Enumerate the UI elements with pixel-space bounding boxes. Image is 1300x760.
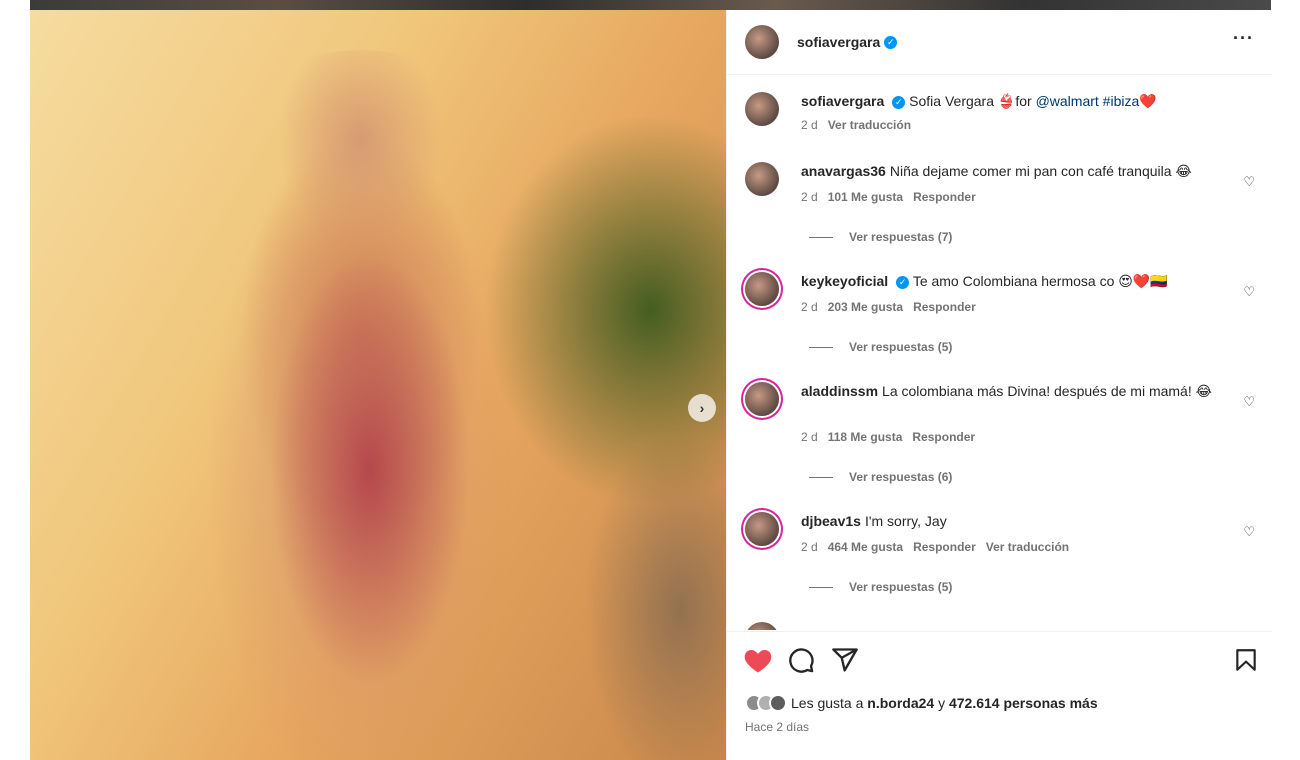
comment-meta: 2 d 118 Me gusta Responder <box>801 430 985 444</box>
comment-username[interactable]: aladdinssm <box>801 383 878 399</box>
comment-text: djbeav1s I'm sorry, Jay <box>801 512 1221 530</box>
comment-body: I'm sorry, Jay <box>864 513 947 529</box>
view-replies-label: Ver respuestas (6) <box>849 470 953 484</box>
comment-time[interactable]: 2 d <box>801 190 818 204</box>
comment-username[interactable]: keykeyoficial <box>801 273 888 289</box>
likes-text: Les gusta a n.borda24 y 472.614 personas… <box>791 695 1098 711</box>
comment-body: La colombiana más Divina! después de mi … <box>882 383 1212 399</box>
likes-prefix: Les gusta a <box>791 695 868 711</box>
liker-username[interactable]: n.borda24 <box>867 695 934 711</box>
feed-strip <box>30 0 1271 10</box>
reply-button[interactable]: Responder <box>913 190 976 204</box>
likes-middle: y <box>934 695 949 711</box>
share-icon[interactable] <box>831 646 859 677</box>
comment-avatar[interactable] <box>745 382 779 416</box>
view-replies-label: Ver respuestas (7) <box>849 230 953 244</box>
view-replies-button[interactable]: Ver respuestas (7) <box>809 230 952 244</box>
comment-time[interactable]: 2 d <box>801 300 818 314</box>
comment-likes[interactable]: 101 Me gusta <box>828 190 903 204</box>
caption-translate[interactable]: Ver traducción <box>828 118 911 132</box>
comment-text: anavargas36 Niña dejame comer mi pan con … <box>801 162 1221 180</box>
divider-line <box>809 346 833 348</box>
divider-line <box>809 476 833 478</box>
comment-meta: 2 d 101 Me gusta Responder <box>801 190 986 204</box>
view-replies-label: Ver respuestas (5) <box>849 580 953 594</box>
heart-icon[interactable] <box>743 646 773 677</box>
more-icon[interactable]: ··· <box>1233 28 1254 49</box>
comment-body: Te amo Colombiana hermosa co 😍❤️🇨🇴 <box>912 273 1168 289</box>
comment-username[interactable]: djbeav1s <box>801 513 861 529</box>
comment-body: Niña dejame comer mi pan con café tranqu… <box>889 163 1192 179</box>
comment-like-heart-icon[interactable]: ♡ <box>1243 174 1255 190</box>
comment-avatar[interactable] <box>745 162 779 196</box>
caption-time[interactable]: 2 d <box>801 118 818 132</box>
post-panel: sofiavergara ✓ ··· sofiavergara ✓ Sofia Ve… <box>726 10 1272 760</box>
reply-button[interactable]: Responder <box>912 430 975 444</box>
comment-like-heart-icon[interactable]: ♡ <box>1243 284 1255 300</box>
liker-avatar <box>769 694 787 712</box>
action-bar: Les gusta a n.borda24 y 472.614 personas… <box>727 631 1272 760</box>
comment-text: keykeyoficial ✓ Te amo Colombiana hermosa… <box>801 272 1221 290</box>
caption-emoji: ❤️ <box>1139 93 1157 109</box>
caption-meta: 2 d Ver traducción <box>801 118 921 132</box>
photo-subject <box>180 50 540 760</box>
comment-likes[interactable]: 203 Me gusta <box>828 300 903 314</box>
post-header: sofiavergara ✓ ··· <box>727 10 1272 75</box>
comment-item: aladdinssm La colombiana más Divina! desp… <box>745 382 1255 492</box>
comment-item-partial <box>745 622 1255 630</box>
author-avatar[interactable] <box>745 25 779 59</box>
post-timestamp[interactable]: Hace 2 días <box>745 720 809 734</box>
likes-count[interactable]: 472.614 personas más <box>949 695 1098 711</box>
reply-button[interactable]: Responder <box>913 540 976 554</box>
view-replies-button[interactable]: Ver respuestas (5) <box>809 340 952 354</box>
hashtag-link[interactable]: #ibiza <box>1103 93 1140 109</box>
comment-meta: 2 d 203 Me gusta Responder <box>801 300 986 314</box>
view-replies-button[interactable]: Ver respuestas (6) <box>809 470 952 484</box>
comment-avatar[interactable] <box>745 622 779 630</box>
comment-item: djbeav1s I'm sorry, Jay 2 d 464 Me gusta Re… <box>745 512 1255 612</box>
caption-avatar[interactable] <box>745 92 779 126</box>
comment-avatar[interactable] <box>745 512 779 546</box>
caption: sofiavergara ✓ Sofia Vergara 👙for @walmar… <box>745 92 1255 142</box>
comment-time[interactable]: 2 d <box>801 540 818 554</box>
view-replies-button[interactable]: Ver respuestas (5) <box>809 580 952 594</box>
author-username[interactable]: sofiavergara <box>797 34 880 50</box>
comment-translate[interactable]: Ver traducción <box>986 540 1069 554</box>
comment-item: keykeyoficial ✓ Te amo Colombiana hermosa… <box>745 272 1255 372</box>
comment-likes[interactable]: 464 Me gusta <box>828 540 903 554</box>
comment-icon[interactable] <box>787 646 815 677</box>
comments-list[interactable]: sofiavergara ✓ Sofia Vergara 👙for @walmar… <box>727 76 1272 630</box>
reply-button[interactable]: Responder <box>913 300 976 314</box>
caption-text: sofiavergara ✓ Sofia Vergara 👙for @walmar… <box>801 92 1221 110</box>
caption-body: Sofia Vergara 👙for <box>909 93 1036 109</box>
comment-like-heart-icon[interactable]: ♡ <box>1243 524 1255 540</box>
post-photo[interactable]: › <box>30 10 726 760</box>
verified-badge-icon: ✓ <box>884 35 898 49</box>
bookmark-icon[interactable] <box>1233 646 1259 677</box>
mention-link[interactable]: @walmart <box>1036 93 1099 109</box>
comment-like-heart-icon[interactable]: ♡ <box>1243 394 1255 410</box>
chevron-right-icon: › <box>699 400 705 416</box>
divider-line <box>809 586 833 588</box>
divider-line <box>809 236 833 238</box>
view-replies-label: Ver respuestas (5) <box>849 340 953 354</box>
carousel-next-button[interactable]: › <box>688 394 716 422</box>
comment-text: aladdinssm La colombiana más Divina! desp… <box>801 382 1221 400</box>
comment-meta: 2 d 464 Me gusta Responder Ver traducción <box>801 540 1079 554</box>
comment-item: anavargas36 Niña dejame comer mi pan con … <box>745 162 1255 262</box>
comment-avatar[interactable] <box>745 272 779 306</box>
comment-username[interactable]: anavargas36 <box>801 163 886 179</box>
likes-summary[interactable]: Les gusta a n.borda24 y 472.614 personas… <box>745 694 1098 712</box>
comment-time[interactable]: 2 d <box>801 430 818 444</box>
verified-badge-icon: ✓ <box>892 96 906 109</box>
caption-username[interactable]: sofiavergara <box>801 93 884 109</box>
verified-badge-icon: ✓ <box>896 276 910 289</box>
comment-likes[interactable]: 118 Me gusta <box>828 430 903 444</box>
